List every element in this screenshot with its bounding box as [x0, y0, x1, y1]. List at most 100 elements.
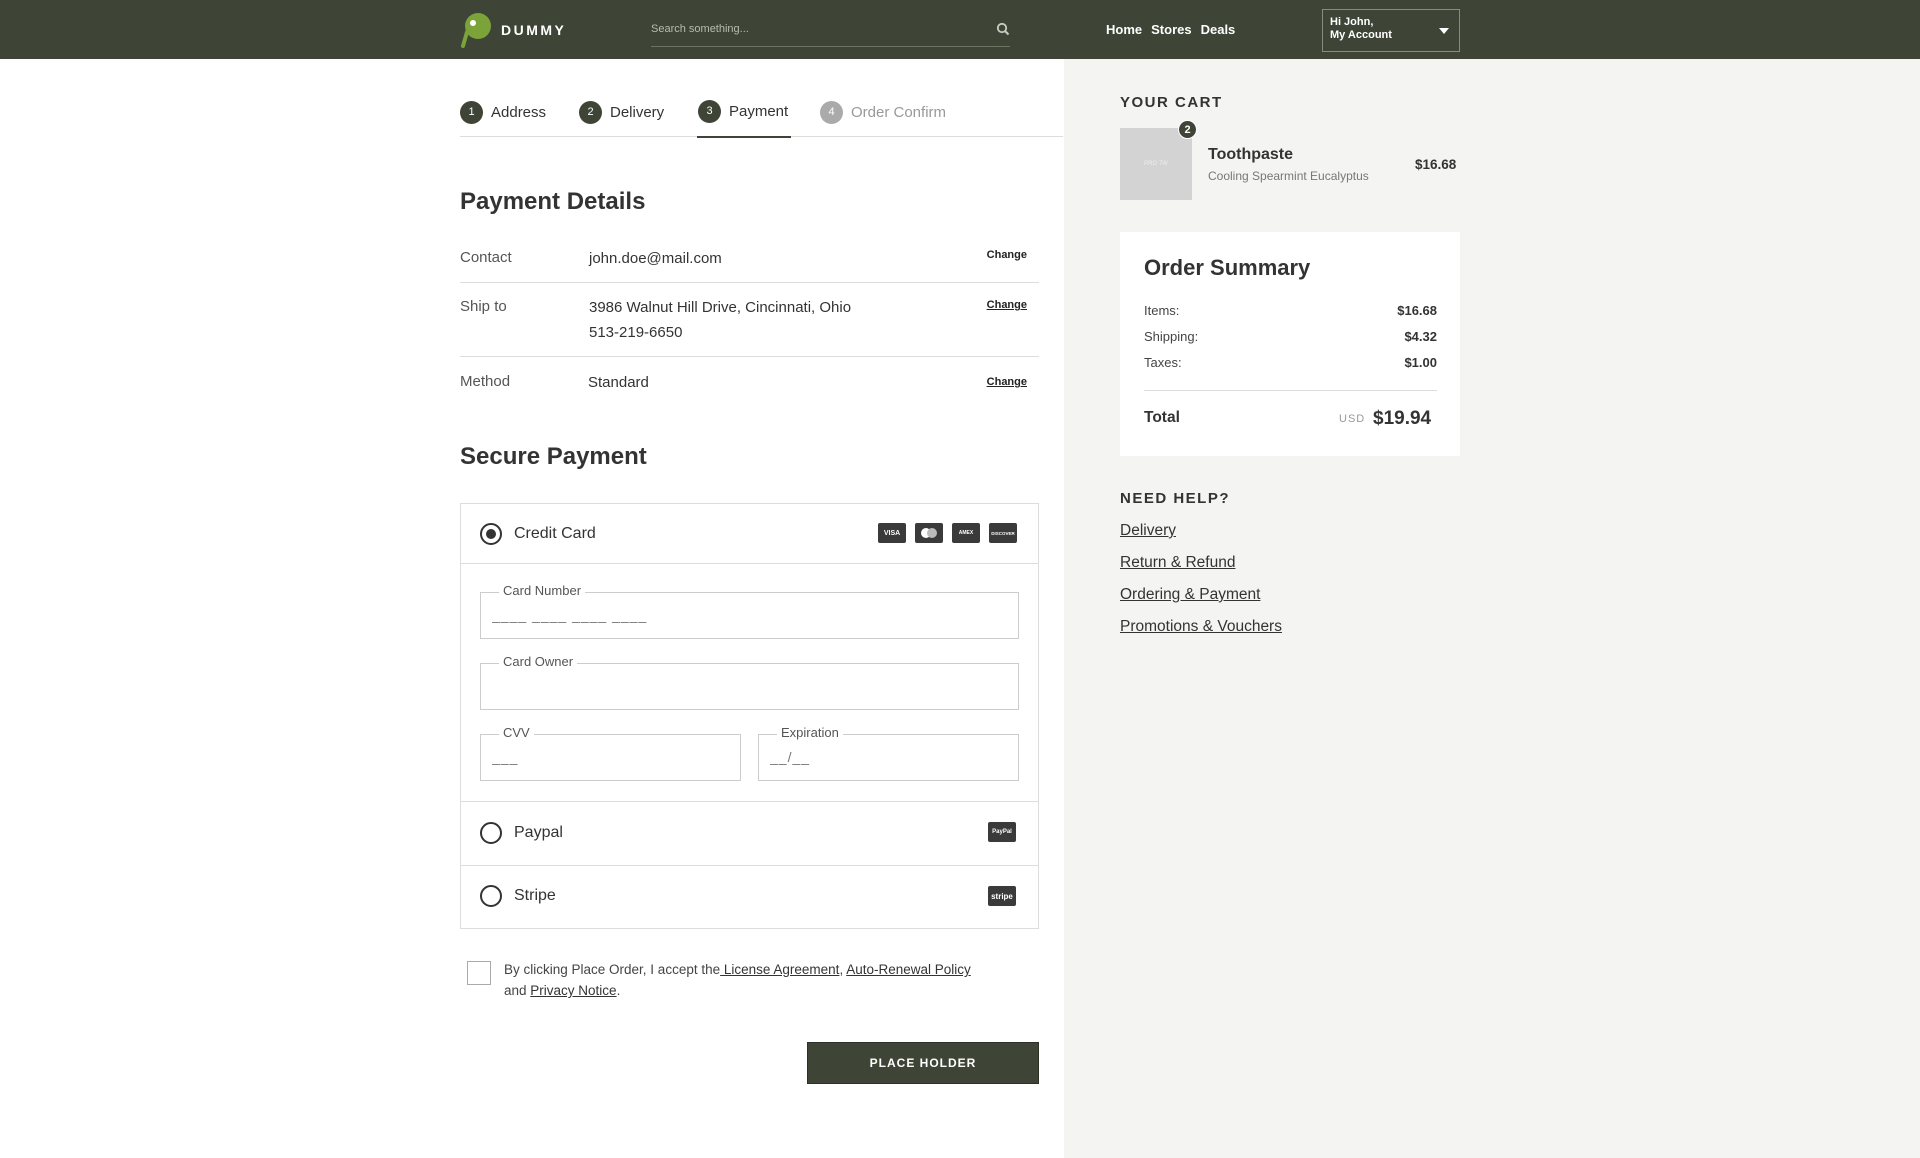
divider: [461, 865, 1038, 866]
change-ship-button[interactable]: Change: [987, 299, 1027, 311]
cart-item-variant: Cooling Spearmint Eucalyptus: [1208, 169, 1369, 183]
expiration-input[interactable]: [770, 749, 1004, 765]
nav-home[interactable]: Home: [1106, 22, 1142, 37]
payment-methods-box: Credit Card VISA AMEX DISCOVER Card Numb…: [460, 503, 1039, 929]
step-label: Address: [491, 103, 547, 121]
product-thumbnail: PRO 7W: [1120, 128, 1192, 200]
paypal-icon: PayPal: [988, 822, 1016, 842]
contact-row: Contact john.doe@mail.com Change: [460, 240, 1039, 283]
method-row: Method Standard Change: [460, 357, 1039, 407]
privacy-notice-link[interactable]: Privacy Notice: [530, 983, 616, 998]
credit-card-label[interactable]: Credit Card: [514, 525, 596, 543]
ship-to-row: Ship to 3986 Walnut Hill Drive, Cincinna…: [460, 283, 1039, 357]
need-help-title: NEED HELP?: [1120, 490, 1231, 507]
paypal-label[interactable]: Paypal: [514, 824, 563, 842]
ship-to-address: 3986 Walnut Hill Drive, Cincinnati, Ohio: [589, 299, 852, 316]
place-order-button[interactable]: PLACE HOLDER: [807, 1042, 1039, 1084]
agreement-and: and: [504, 983, 531, 998]
help-link-return-refund[interactable]: Return & Refund: [1120, 554, 1235, 572]
step-label: Delivery: [610, 103, 665, 121]
step-payment[interactable]: 3 Payment: [697, 93, 792, 138]
cart-item-price: $16.68: [1415, 157, 1457, 172]
agreement-prefix: By clicking Place Order, I accept the: [504, 962, 721, 977]
logo-icon: [459, 12, 493, 48]
card-owner-input[interactable]: [492, 678, 976, 694]
method-label: Method: [460, 373, 511, 390]
step-number: 2: [579, 100, 602, 124]
caret-down-icon: [1439, 28, 1449, 34]
expiration-field: Expiration: [758, 725, 1019, 781]
step-address[interactable]: 1 Address: [460, 93, 546, 131]
card-number-label: Card Number: [499, 583, 586, 598]
agreement-text: By clicking Place Order, I accept the Li…: [504, 959, 1024, 1001]
discover-icon: DISCOVER: [989, 523, 1017, 543]
paypal-radio[interactable]: [480, 822, 502, 844]
summary-divider: [1144, 390, 1437, 391]
card-number-input[interactable]: [492, 607, 976, 623]
visa-icon: VISA: [878, 523, 906, 543]
payment-details-title: Payment Details: [460, 188, 646, 215]
cvv-field: CVV: [480, 725, 741, 781]
step-number: 4: [820, 100, 843, 124]
taxes-label: Taxes:: [1144, 355, 1182, 370]
help-link-ordering-payment[interactable]: Ordering & Payment: [1120, 586, 1260, 604]
main-nav: Home Stores Deals: [1106, 22, 1235, 37]
items-label: Items:: [1144, 303, 1180, 318]
cvv-input[interactable]: [492, 749, 726, 765]
stripe-label[interactable]: Stripe: [514, 887, 556, 905]
mastercard-icon: [915, 523, 943, 543]
method-value: Standard: [588, 374, 649, 391]
contact-value: john.doe@mail.com: [589, 250, 722, 267]
brand-logo[interactable]: DUMMY: [459, 12, 566, 48]
nav-stores[interactable]: Stores: [1151, 22, 1191, 37]
step-label: Order Confirm: [851, 103, 947, 121]
top-navbar: DUMMY Home Stores Deals Hi John, My Acco…: [0, 0, 1920, 59]
account-dropdown[interactable]: Hi John, My Account: [1322, 9, 1460, 52]
ship-to-label: Ship to: [460, 298, 507, 315]
cart-title: YOUR CART: [1120, 94, 1223, 111]
order-summary-title: Order Summary: [1144, 255, 1311, 280]
step-label: Payment: [729, 102, 789, 120]
ship-to-phone: 513-219-6650: [589, 324, 683, 341]
contact-label: Contact: [460, 249, 512, 266]
card-owner-label: Card Owner: [499, 654, 578, 669]
checkout-steps: 1 Address 2 Delivery 3 Payment 4 Order C…: [460, 90, 1063, 138]
card-number-field: Card Number: [480, 583, 1019, 639]
accept-checkbox[interactable]: [467, 961, 491, 985]
nav-deals[interactable]: Deals: [1201, 22, 1236, 37]
step-number: 1: [460, 100, 483, 124]
card-brands: VISA AMEX DISCOVER: [878, 523, 1017, 543]
step-delivery[interactable]: 2 Delivery: [579, 93, 664, 131]
change-contact-button[interactable]: Change: [987, 249, 1027, 261]
account-label: My Account: [1330, 29, 1392, 41]
total-value: $19.94: [1373, 408, 1432, 429]
secure-payment-title: Secure Payment: [460, 443, 647, 470]
step-number: 3: [698, 99, 721, 123]
credit-card-radio[interactable]: [480, 523, 502, 545]
divider: [461, 801, 1038, 802]
divider: [461, 563, 1038, 564]
auto-renewal-link[interactable]: Auto-Renewal Policy: [846, 962, 971, 977]
search-input[interactable]: [651, 14, 971, 44]
cart-item-name: Toothpaste: [1208, 146, 1294, 163]
step-order-confirm: 4 Order Confirm: [820, 93, 946, 131]
change-method-button[interactable]: Change: [987, 376, 1027, 388]
total-label: Total: [1144, 409, 1180, 426]
stripe-radio[interactable]: [480, 885, 502, 907]
help-link-delivery[interactable]: Delivery: [1120, 522, 1176, 540]
taxes-value: $1.00: [1404, 355, 1437, 370]
agreement-period: .: [616, 983, 621, 998]
shipping-label: Shipping:: [1144, 329, 1199, 344]
total-currency: USD: [1339, 413, 1366, 425]
account-greeting: Hi John,: [1330, 16, 1374, 28]
amex-icon: AMEX: [952, 523, 980, 543]
brand-name: DUMMY: [501, 22, 567, 38]
card-owner-field: Card Owner: [480, 654, 1019, 710]
expiration-label: Expiration: [777, 725, 843, 740]
license-agreement-link[interactable]: License Agreement: [720, 962, 840, 977]
search-icon[interactable]: [996, 22, 1010, 41]
shipping-value: $4.32: [1404, 329, 1437, 344]
help-link-promotions-vouchers[interactable]: Promotions & Vouchers: [1120, 618, 1282, 636]
cart-panel: [1064, 59, 1920, 1158]
quantity-badge: 2: [1178, 120, 1197, 139]
